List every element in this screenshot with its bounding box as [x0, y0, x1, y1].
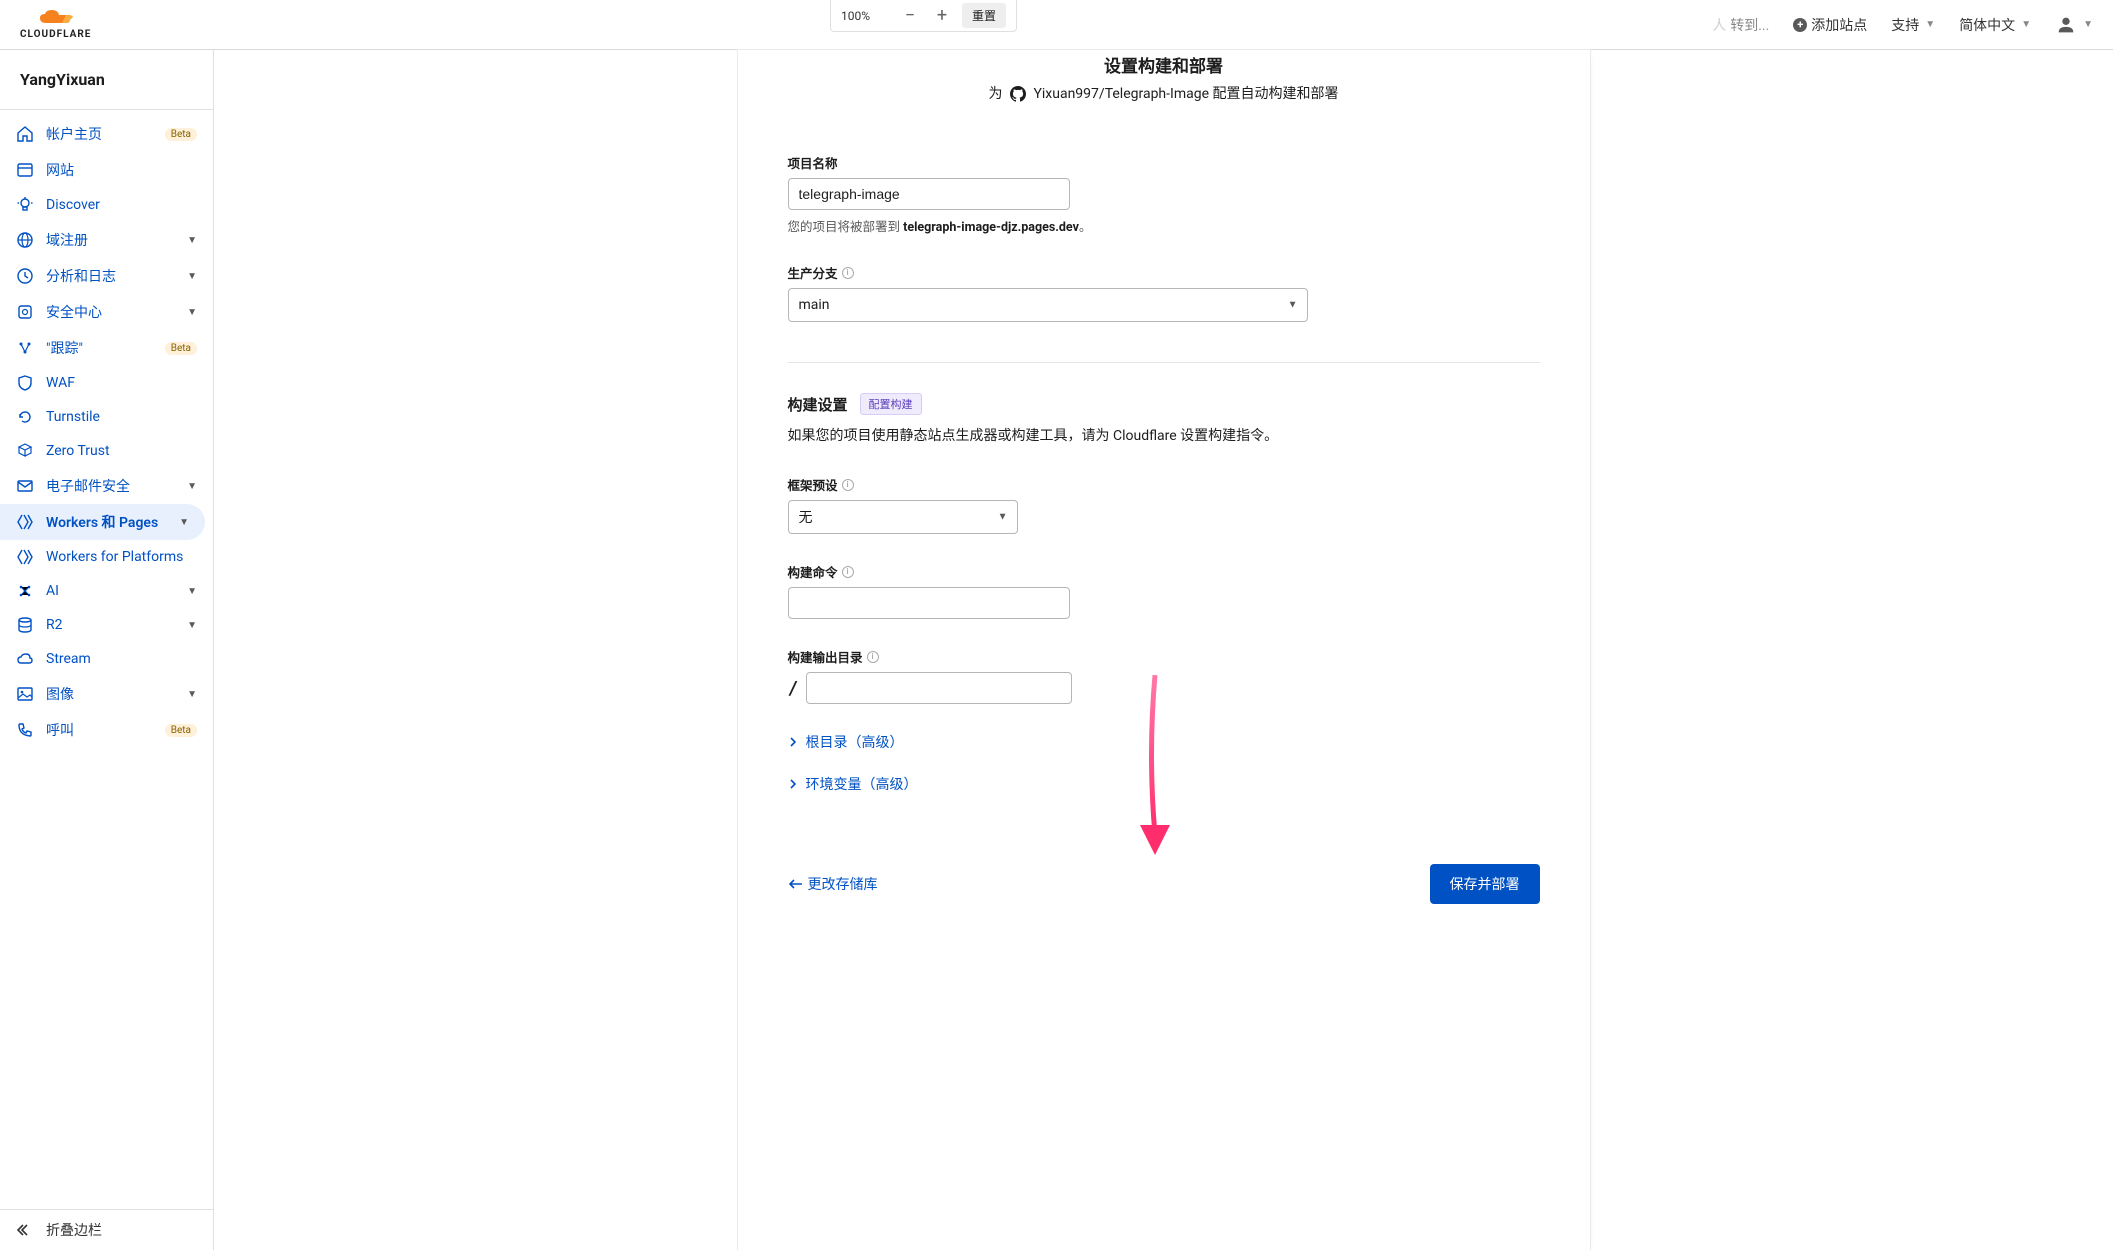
main-content: 设置构建和部署 为 Yixuan997/Telegraph-Image 配置自动… [214, 50, 2113, 1250]
chevron-right-icon [788, 737, 798, 747]
sidebar: YangYixuan 帐户主页 Beta 网站 Discover 域注册 ▼ [0, 50, 214, 1250]
configure-build-badge[interactable]: 配置构建 [860, 393, 922, 415]
zoom-out-button[interactable]: − [898, 4, 922, 28]
zero-trust-icon [16, 442, 34, 460]
chevron-down-icon: ▼ [187, 689, 197, 700]
shield-box-icon [16, 303, 34, 321]
project-name-label: 项目名称 [788, 153, 1540, 172]
mail-icon [16, 477, 34, 495]
logo[interactable]: CLOUDFLARE [20, 9, 91, 40]
beta-badge: Beta [165, 128, 197, 141]
github-icon [1010, 86, 1026, 102]
nav-images[interactable]: 图像 ▼ [0, 676, 213, 712]
output-prefix: / [788, 678, 799, 699]
database-icon [16, 616, 34, 634]
chevron-down-icon: ▼ [187, 620, 197, 631]
nav-workers-platforms[interactable]: Workers for Platforms [0, 540, 213, 574]
save-deploy-button[interactable]: 保存并部署 [1430, 864, 1540, 904]
user-icon [2055, 14, 2077, 36]
bulb-icon [16, 196, 34, 214]
account-name[interactable]: YangYixuan [0, 50, 213, 110]
user-menu[interactable]: ▼ [2055, 14, 2093, 36]
phone-icon [16, 721, 34, 739]
support-menu[interactable]: 支持▼ [1891, 15, 1935, 35]
project-name-help: 您的项目将被部署到 telegraph-image-djz.pages.dev。 [788, 216, 1540, 235]
trace-icon [16, 339, 34, 357]
root-directory-toggle[interactable]: 根目录（高级） [788, 732, 1540, 752]
chevron-right-icon [788, 779, 798, 789]
top-header: CLOUDFLARE 人 转到... +添加站点 支持▼ 简体中文▼ ▼ [0, 0, 2113, 50]
workers-icon [16, 513, 34, 531]
browser-zoom-bar: 100% − + 重置 [830, 0, 1017, 32]
chevron-down-icon: ▼ [187, 271, 197, 282]
nav-discover[interactable]: Discover [0, 188, 213, 222]
globe-icon [16, 231, 34, 249]
nav-waf[interactable]: WAF [0, 366, 213, 400]
nav-email-security[interactable]: 电子邮件安全 ▼ [0, 468, 213, 504]
arrow-left-icon [788, 879, 802, 889]
nav-stream[interactable]: Stream [0, 642, 213, 676]
chevron-down-icon: ▼ [187, 481, 197, 492]
cloudflare-wordmark: CLOUDFLARE [20, 29, 91, 40]
page-title: 设置构建和部署 [788, 50, 1540, 77]
nav-security-center[interactable]: 安全中心 ▼ [0, 294, 213, 330]
beta-badge: Beta [165, 342, 197, 355]
beta-badge: Beta [165, 724, 197, 737]
production-branch-select[interactable]: main ▼ [788, 288, 1308, 322]
build-output-label: 构建输出目录i [788, 647, 1540, 666]
chevron-down-icon: ▼ [187, 307, 197, 318]
nav-turnstile[interactable]: Turnstile [0, 400, 213, 434]
nav-account-home[interactable]: 帐户主页 Beta [0, 116, 213, 152]
collapse-sidebar[interactable]: 折叠边栏 [0, 1209, 213, 1250]
build-output-input[interactable] [806, 672, 1072, 704]
build-settings-title: 构建设置 [788, 394, 848, 415]
workers-icon [16, 548, 34, 566]
language-menu[interactable]: 简体中文▼ [1959, 15, 2031, 35]
framework-preset-label: 框架预设i [788, 475, 1540, 494]
divider [788, 362, 1540, 363]
shield-icon [16, 374, 34, 392]
nav-trace[interactable]: "跟踪" Beta [0, 330, 213, 366]
zoom-reset-button[interactable]: 重置 [962, 3, 1006, 28]
refresh-icon [16, 408, 34, 426]
zoom-in-button[interactable]: + [930, 4, 954, 28]
info-icon[interactable]: i [867, 651, 879, 663]
cloudflare-cloud-icon [36, 9, 76, 27]
info-icon[interactable]: i [842, 267, 854, 279]
nav-workers-pages[interactable]: Workers 和 Pages ▼ [0, 504, 205, 540]
info-icon[interactable]: i [842, 566, 854, 578]
ai-icon [16, 582, 34, 600]
nav-websites[interactable]: 网站 [0, 152, 213, 188]
header-goto[interactable]: 人 转到... [1712, 15, 1769, 35]
add-site-button[interactable]: +添加站点 [1793, 15, 1867, 35]
nav-calls[interactable]: 呼叫 Beta [0, 712, 213, 748]
env-variables-toggle[interactable]: 环境变量（高级） [788, 774, 1540, 794]
home-icon [16, 125, 34, 143]
cloud-icon [16, 650, 34, 668]
project-name-input[interactable] [788, 178, 1070, 210]
chevron-down-icon: ▼ [187, 235, 197, 246]
chevron-down-icon: ▼ [179, 517, 189, 528]
info-icon[interactable]: i [842, 479, 854, 491]
clock-icon [16, 267, 34, 285]
sidebar-nav: 帐户主页 Beta 网站 Discover 域注册 ▼ 分析和日志 ▼ [0, 110, 213, 1209]
browser-icon [16, 161, 34, 179]
build-command-input[interactable] [788, 587, 1070, 619]
page-subtitle: 为 Yixuan997/Telegraph-Image 配置自动构建和部署 [788, 83, 1540, 103]
nav-analytics-logs[interactable]: 分析和日志 ▼ [0, 258, 213, 294]
change-repo-link[interactable]: 更改存储库 [788, 874, 878, 894]
nav-r2[interactable]: R2 ▼ [0, 608, 213, 642]
build-settings-desc: 如果您的项目使用静态站点生成器或构建工具，请为 Cloudflare 设置构建指… [788, 425, 1540, 445]
zoom-level: 100% [841, 9, 870, 23]
image-icon [16, 685, 34, 703]
build-command-label: 构建命令i [788, 562, 1540, 581]
collapse-icon [16, 1221, 34, 1239]
nav-ai[interactable]: AI ▼ [0, 574, 213, 608]
production-branch-label: 生产分支i [788, 263, 1540, 282]
nav-domain-registration[interactable]: 域注册 ▼ [0, 222, 213, 258]
nav-zero-trust[interactable]: Zero Trust [0, 434, 213, 468]
chevron-down-icon: ▼ [187, 586, 197, 597]
framework-preset-select[interactable]: 无 ▼ [788, 500, 1018, 534]
